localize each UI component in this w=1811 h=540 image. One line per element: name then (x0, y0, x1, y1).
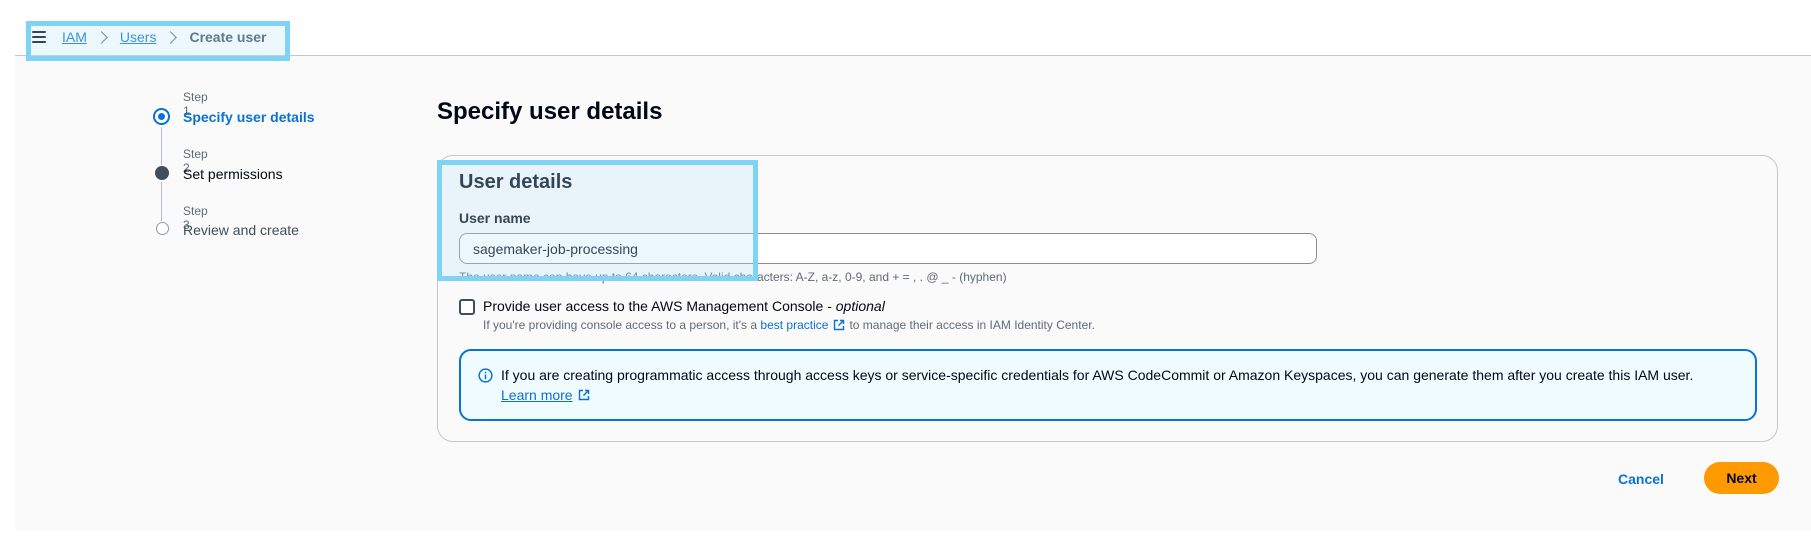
external-link-icon (834, 319, 845, 331)
console-access-label-text: Provide user access to the AWS Managemen… (483, 298, 836, 314)
step-connector (161, 127, 162, 165)
next-button[interactable]: Next (1704, 462, 1779, 494)
info-alert-text: If you are creating programmatic access … (501, 367, 1694, 383)
step-3-dot-icon (156, 222, 169, 235)
page-title: Specify user details (437, 98, 663, 125)
console-access-description: If you're providing console access to a … (483, 318, 1095, 332)
info-icon (478, 368, 493, 383)
info-alert (459, 349, 1757, 421)
step-2-dot-icon (155, 166, 169, 180)
username-constraint-text: The user name can have up to 64 characte… (459, 270, 1007, 284)
console-access-checkbox[interactable] (459, 299, 475, 315)
best-practice-link[interactable]: best practice (760, 318, 828, 332)
console-desc-before: If you're providing console access to a … (483, 318, 758, 332)
username-label: User name (459, 210, 531, 226)
optional-label: optional (835, 298, 885, 314)
cancel-button[interactable]: Cancel (1618, 469, 1664, 489)
learn-more-link[interactable]: Learn more (501, 387, 594, 403)
learn-more-text: Learn more (501, 387, 573, 403)
step-connector (161, 182, 162, 221)
hamburger-menu-icon[interactable] (32, 31, 46, 43)
breadcrumb-current: Create user (189, 29, 267, 45)
console-desc-after: to manage their access in IAM Identity C… (849, 318, 1095, 332)
external-link-icon (578, 389, 589, 401)
step-3-title: Review and create (183, 222, 299, 238)
user-details-title: User details (459, 171, 573, 193)
breadcrumb-bar (15, 0, 1811, 56)
step-2-title[interactable]: Set permissions (183, 166, 283, 182)
chevron-right-icon (164, 30, 178, 44)
breadcrumb-users-link[interactable]: Users (120, 29, 157, 45)
username-input[interactable] (459, 233, 1317, 264)
step-1-active-icon (153, 108, 170, 125)
step-1-title[interactable]: Specify user details (183, 109, 315, 125)
console-access-label[interactable]: Provide user access to the AWS Managemen… (483, 298, 885, 314)
breadcrumb-iam-link[interactable]: IAM (62, 29, 87, 45)
breadcrumb: IAM Users Create user (32, 26, 267, 48)
chevron-right-icon (95, 30, 108, 44)
